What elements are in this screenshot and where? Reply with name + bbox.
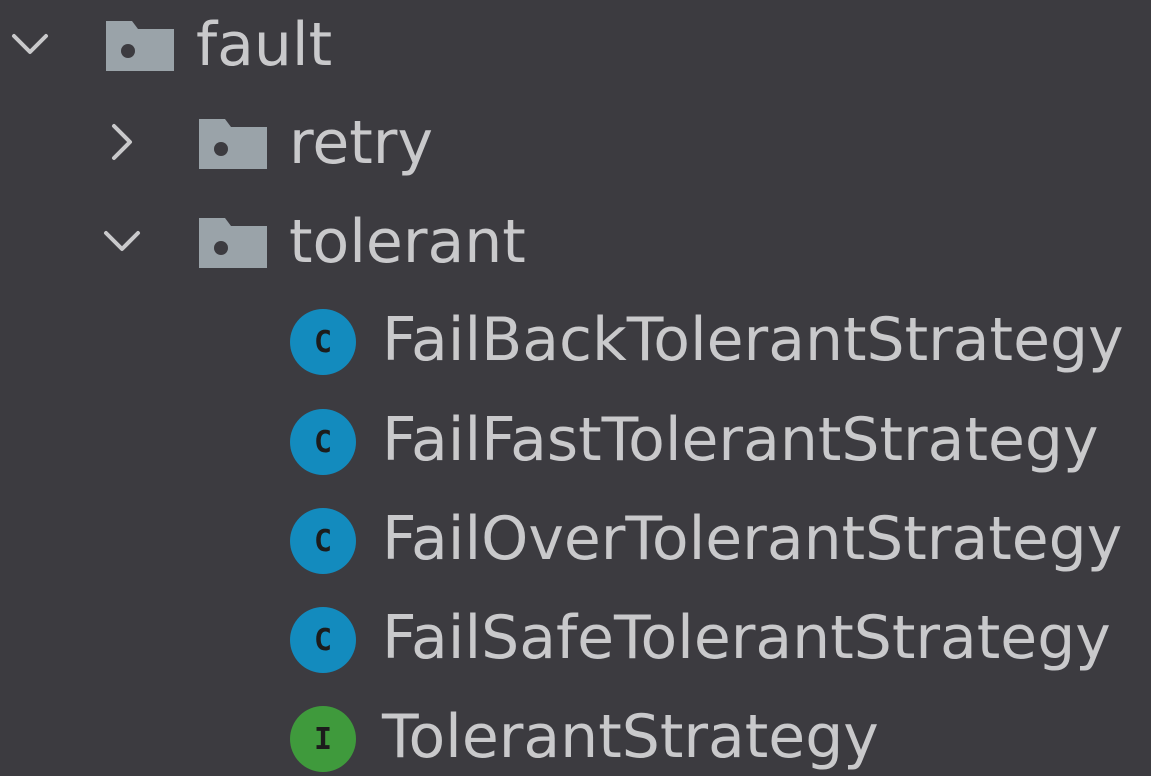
project-tree: fault retry tolerant C FailBackTolerantS…	[0, 0, 1151, 776]
tree-item-file[interactable]: I TolerantStrategy	[0, 692, 1151, 776]
class-icon-letter: C	[313, 523, 333, 559]
class-icon: C	[290, 409, 356, 475]
folder-icon	[197, 115, 269, 171]
tree-item-label: TolerantStrategy	[382, 702, 879, 772]
tree-item-label: FailFastTolerantStrategy	[382, 405, 1099, 475]
chevron-right-icon[interactable]	[100, 120, 144, 164]
tree-item-retry[interactable]: retry	[0, 98, 1151, 194]
folder-icon	[104, 17, 176, 73]
tree-item-file[interactable]: C FailBackTolerantStrategy	[0, 295, 1151, 391]
interface-icon: I	[290, 706, 356, 772]
tree-item-label: tolerant	[289, 207, 526, 277]
folder-icon	[197, 214, 269, 270]
class-icon: C	[290, 607, 356, 673]
chevron-down-icon[interactable]	[100, 219, 144, 263]
tree-item-file[interactable]: C FailSafeTolerantStrategy	[0, 593, 1151, 689]
class-icon-letter: C	[313, 324, 333, 360]
tree-item-file[interactable]: C FailOverTolerantStrategy	[0, 494, 1151, 590]
interface-icon-letter: I	[313, 721, 333, 757]
class-icon: C	[290, 508, 356, 574]
tree-item-fault[interactable]: fault	[0, 0, 1151, 96]
tree-item-label: FailSafeTolerantStrategy	[382, 603, 1111, 673]
chevron-down-icon[interactable]	[8, 22, 52, 66]
class-icon: C	[290, 309, 356, 375]
tree-item-label: FailBackTolerantStrategy	[382, 305, 1124, 375]
class-icon-letter: C	[313, 424, 333, 460]
tree-item-label: retry	[289, 108, 433, 178]
class-icon-letter: C	[313, 622, 333, 658]
tree-item-tolerant[interactable]: tolerant	[0, 197, 1151, 293]
tree-item-label: FailOverTolerantStrategy	[382, 504, 1123, 574]
tree-item-file[interactable]: C FailFastTolerantStrategy	[0, 395, 1151, 491]
tree-item-label: fault	[196, 10, 333, 80]
